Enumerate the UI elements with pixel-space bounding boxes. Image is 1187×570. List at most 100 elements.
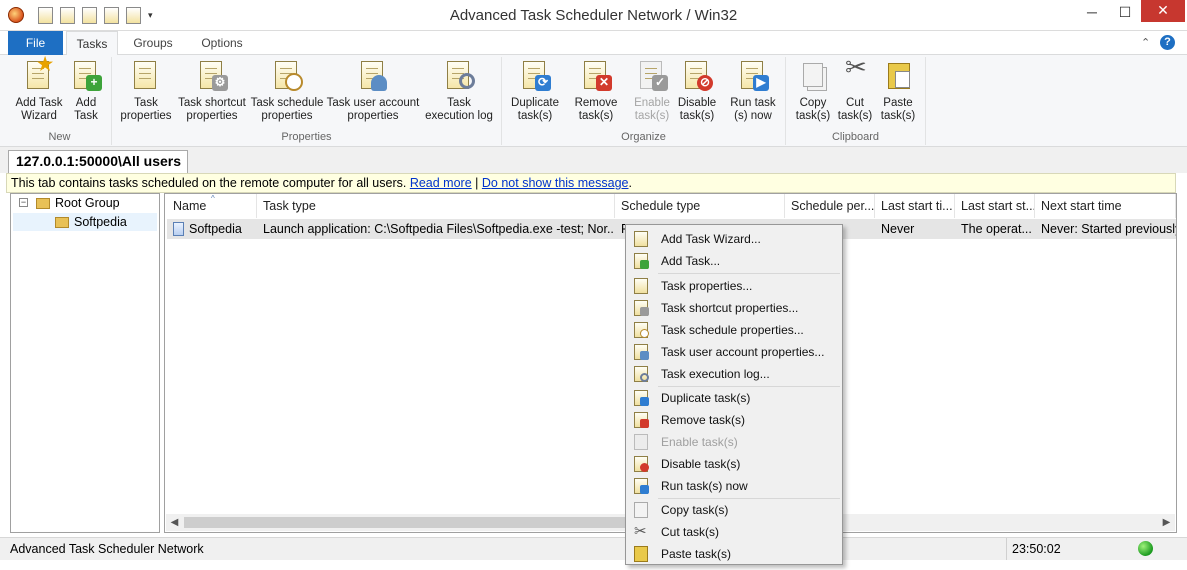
add-task-wizard-button[interactable]: ★ Add Task Wizard bbox=[12, 55, 66, 123]
context-menu: Add Task Wizard... Add Task... Task prop… bbox=[625, 224, 843, 565]
add-task-button[interactable]: + Add Task bbox=[66, 59, 106, 123]
status-clock: 23:50:02 bbox=[1006, 538, 1128, 560]
menu-item-duplicate-tasks[interactable]: Duplicate task(s) bbox=[628, 387, 840, 409]
menu-item-add-task-wizard[interactable]: Add Task Wizard... bbox=[628, 228, 840, 250]
menu-item-task-shortcut-properties[interactable]: Task shortcut properties... bbox=[628, 297, 840, 319]
label: task(s) bbox=[795, 110, 831, 122]
enable-tasks-icon: ✓ bbox=[636, 59, 668, 93]
column-header-name[interactable]: Name ^ bbox=[167, 194, 257, 218]
group-label-new: New bbox=[48, 131, 71, 143]
label: Task user account bbox=[326, 97, 420, 109]
collapse-icon[interactable]: − bbox=[19, 198, 28, 207]
label: Paste bbox=[883, 97, 913, 109]
paste-tasks-button[interactable]: Paste task(s) bbox=[878, 59, 918, 123]
menu-label: Cut task(s) bbox=[661, 525, 720, 539]
menu-item-task-schedule-properties[interactable]: Task schedule properties... bbox=[628, 319, 840, 341]
scissors-icon: ✂ bbox=[845, 52, 867, 82]
task-user-account-properties-button[interactable]: Task user account properties bbox=[326, 59, 420, 123]
menu-item-disable-tasks[interactable]: Disable task(s) bbox=[628, 453, 840, 475]
label: Task bbox=[74, 110, 98, 122]
maximize-button[interactable]: ☐ bbox=[1108, 0, 1142, 26]
cell-next-start-time: Never: Started previously bbox=[1035, 219, 1176, 239]
cell-text: Softpedia bbox=[189, 222, 242, 236]
label: properties bbox=[261, 110, 313, 122]
collapse-ribbon-icon[interactable]: ⌃ bbox=[1141, 36, 1150, 49]
label: Add Task bbox=[15, 97, 63, 109]
do-not-show-link[interactable]: Do not show this message bbox=[482, 176, 629, 190]
column-header-schedule-type[interactable]: Schedule type bbox=[615, 194, 785, 218]
label: Task schedule bbox=[250, 97, 324, 109]
copy-tasks-button[interactable]: Copy task(s) bbox=[794, 59, 832, 123]
connection-tab[interactable]: 127.0.0.1:50000\All users bbox=[8, 150, 188, 173]
menu-item-task-properties[interactable]: Task properties... bbox=[628, 275, 840, 297]
label: properties bbox=[186, 110, 238, 122]
tree-item-label: Root Group bbox=[55, 196, 120, 210]
tab-groups[interactable]: Groups bbox=[122, 31, 184, 55]
tab-tasks[interactable]: Tasks bbox=[66, 31, 118, 56]
menu-label: Task properties... bbox=[661, 279, 753, 293]
menu-item-run-tasks-now[interactable]: Run task(s) now bbox=[628, 475, 840, 497]
ribbon-group-new: ★ Add Task Wizard + Add Task New bbox=[8, 55, 112, 145]
user-icon bbox=[640, 351, 649, 360]
add-task-icon: + bbox=[70, 59, 102, 93]
tab-file[interactable]: File bbox=[8, 31, 63, 55]
task-properties-icon bbox=[634, 278, 648, 294]
remove-tasks-button[interactable]: ✕ Remove task(s) bbox=[570, 59, 622, 123]
task-schedule-properties-button[interactable]: Task schedule properties bbox=[250, 59, 324, 123]
help-icon[interactable]: ? bbox=[1160, 35, 1175, 50]
plus-icon bbox=[640, 260, 649, 269]
column-header-task-type[interactable]: Task type bbox=[257, 194, 615, 218]
task-user-account-properties-icon bbox=[357, 59, 389, 93]
tree-item-softpedia[interactable]: Softpedia bbox=[13, 213, 157, 231]
label: Cut bbox=[846, 97, 864, 109]
label: Task bbox=[134, 97, 158, 109]
menu-item-task-user-account-properties[interactable]: Task user account properties... bbox=[628, 341, 840, 363]
label: Duplicate bbox=[511, 97, 559, 109]
menu-item-add-task[interactable]: Add Task... bbox=[628, 250, 840, 272]
menu-item-remove-tasks[interactable]: Remove task(s) bbox=[628, 409, 840, 431]
menu-item-copy-tasks[interactable]: Copy task(s) bbox=[628, 499, 840, 521]
duplicate-tasks-icon: ⟳ bbox=[519, 59, 551, 93]
scrollbar-thumb[interactable] bbox=[184, 517, 634, 528]
status-app-name: Advanced Task Scheduler Network bbox=[10, 542, 204, 556]
column-header-next-start-time[interactable]: Next start time bbox=[1035, 194, 1176, 218]
scroll-right-icon[interactable]: ▶ bbox=[1158, 514, 1175, 531]
duplicate-tasks-button[interactable]: ⟳ Duplicate task(s) bbox=[506, 59, 564, 123]
label: Disable bbox=[677, 97, 717, 109]
menu-item-task-execution-log[interactable]: Task execution log... bbox=[628, 363, 840, 385]
label: properties bbox=[347, 110, 399, 122]
label: Add bbox=[75, 97, 97, 109]
tree-item-root-group[interactable]: − Root Group bbox=[11, 194, 159, 212]
task-execution-log-button[interactable]: Task execution log bbox=[422, 59, 496, 123]
task-properties-button[interactable]: Task properties bbox=[118, 59, 174, 123]
label: Run task bbox=[730, 97, 776, 109]
task-shortcut-properties-button[interactable]: ⚙ Task shortcut properties bbox=[176, 59, 248, 123]
column-header-schedule-period[interactable]: Schedule per... bbox=[785, 194, 875, 218]
run-tasks-now-button[interactable]: ▶ Run task (s) now bbox=[726, 59, 780, 123]
read-more-link[interactable]: Read more bbox=[410, 176, 472, 190]
label: properties bbox=[120, 110, 172, 122]
remove-tasks-icon: ✕ bbox=[580, 59, 612, 93]
info-banner-separator: | bbox=[475, 176, 479, 190]
tab-options[interactable]: Options bbox=[190, 31, 254, 55]
minimize-button[interactable]: ─ bbox=[1075, 0, 1109, 26]
label: task(s) bbox=[634, 110, 670, 122]
menu-item-paste-tasks[interactable]: Paste task(s) bbox=[628, 543, 840, 565]
label: task(s) bbox=[880, 110, 916, 122]
close-button[interactable]: ✕ bbox=[1141, 0, 1185, 22]
label: task(s) bbox=[578, 110, 614, 122]
cell-name: Softpedia bbox=[167, 219, 257, 239]
label: Copy bbox=[799, 97, 827, 109]
menu-item-enable-tasks[interactable]: Enable task(s) bbox=[628, 431, 840, 453]
menu-item-cut-tasks[interactable]: ✂ Cut task(s) bbox=[628, 521, 840, 543]
disable-tasks-button[interactable]: ⊘ Disable task(s) bbox=[674, 59, 720, 123]
enable-tasks-button[interactable]: ✓ Enable task(s) bbox=[628, 59, 676, 123]
ribbon-group-clipboard: Copy task(s) ✂ Cut task(s) Paste task(s)… bbox=[786, 52, 926, 145]
cut-tasks-button[interactable]: ✂ Cut task(s) bbox=[836, 52, 874, 123]
column-header-last-start-time[interactable]: Last start ti... bbox=[875, 194, 955, 218]
play-icon bbox=[640, 485, 649, 494]
label: Enable bbox=[634, 97, 670, 109]
column-header-last-start-status[interactable]: Last start st... bbox=[955, 194, 1035, 218]
scissors-icon: ✂ bbox=[634, 523, 647, 540]
scroll-left-icon[interactable]: ◀ bbox=[166, 514, 183, 531]
